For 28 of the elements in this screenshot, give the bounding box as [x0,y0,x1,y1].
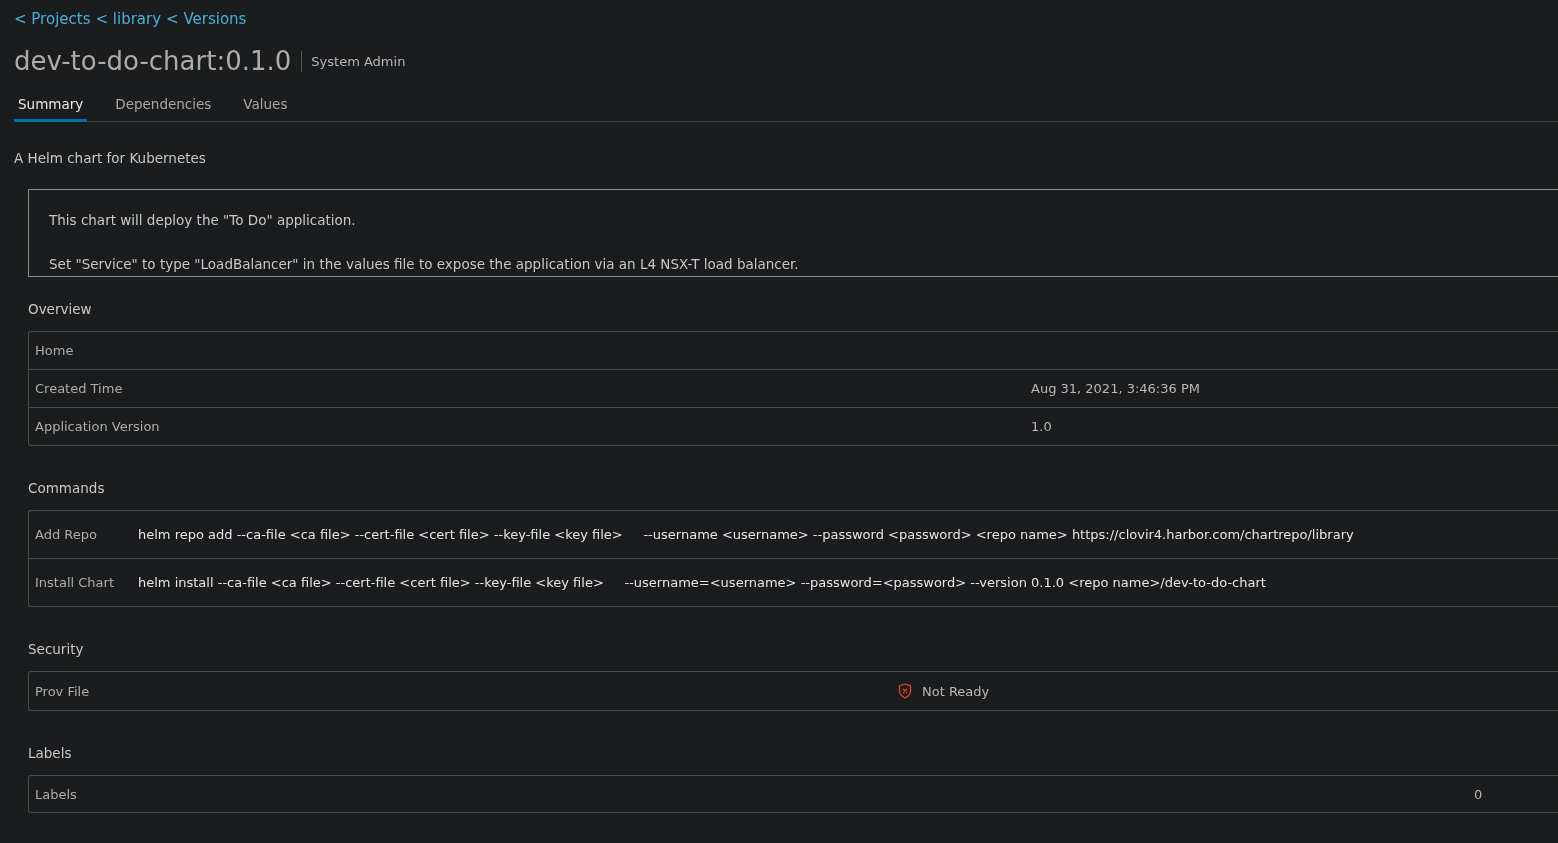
field-label: Created Time [34,381,124,396]
readme-text: Set "Service" to type "LoadBalancer" in the values file to expose the application via an L4 NSX-T load balancer. [49,256,800,272]
label-count: 0 [1474,786,1483,802]
section-heading: Commands [28,480,106,496]
command-text: helm install --ca-file <ca file> --cert-file <cert file> --key-file <key file> --username=<username> --password=<password> --version 0.1.0 <repo name>/dev-to-do-chart [138,575,1266,590]
chart-description: A Helm chart for Kubernetes [14,150,207,166]
field-label: Prov File [34,683,91,699]
section-heading: Labels [28,745,73,761]
field-value: 1.0 [1031,419,1052,434]
section-heading: Security [28,641,85,657]
status-text: Not Ready [922,683,990,699]
field-value: Aug 31, 2021, 3:46:36 PM [1031,381,1200,396]
tab[interactable]: Values [239,90,292,122]
readme-text: This chart will deploy the "To Do" application. [49,212,357,228]
section-heading: Overview [28,301,93,317]
breadcrumb-link[interactable]: < library [95,10,162,28]
command-text: helm repo add --ca-file <ca file> --cert-file <cert file> --key-file <key file> --username <username> --password <password> <repo name> https://clovir4.harbor.com/chartrepo/library [138,527,1354,542]
field-label: Application Version [34,419,161,434]
tab[interactable]: Summary [14,90,88,122]
role-label: System Admin [301,50,406,72]
breadcrumb-link[interactable]: < Versions [166,10,247,28]
field-label: Home [34,343,75,358]
breadcrumb-link[interactable]: < Projects [14,10,91,28]
command-label: Add Repo [34,527,98,542]
tab[interactable]: Dependencies [111,90,216,122]
field-label: Labels [34,786,78,802]
command-label: Install Chart [34,575,115,590]
page-title: dev-to-do-chart:0.1.0 [14,46,292,76]
